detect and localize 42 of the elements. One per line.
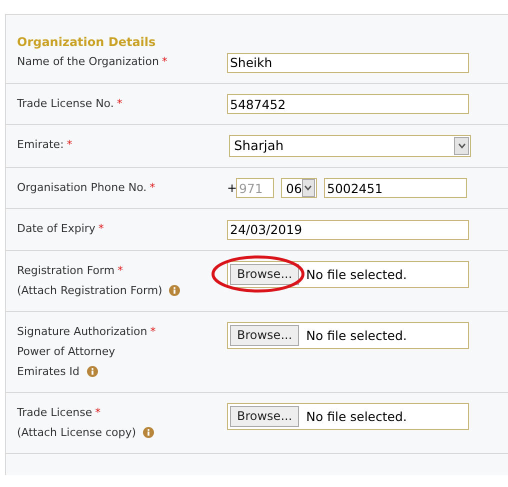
- field-label: Power of Attorney: [17, 344, 116, 360]
- file-status: No file selected.: [306, 328, 407, 342]
- field-label: Registration Form: [17, 262, 115, 278]
- field-label: Trade License: [17, 404, 92, 420]
- required-mark: *: [95, 404, 101, 420]
- field-label: Name of the Organization: [17, 54, 159, 70]
- emirate-dropdown[interactable]: Sharjah: [229, 135, 471, 157]
- file-input[interactable]: Browse... No file selected.: [227, 322, 469, 348]
- required-mark: *: [98, 221, 104, 237]
- browse-button[interactable]: Browse...: [230, 406, 300, 426]
- required-mark: *: [66, 137, 72, 153]
- chevron-down-icon: [458, 143, 466, 149]
- info-icon[interactable]: [86, 366, 98, 377]
- file-status: No file selected.: [306, 408, 407, 424]
- field-label: Emirates Id: [17, 364, 80, 380]
- chevron-down-icon: [304, 185, 312, 191]
- section-heading: Organization Details: [16, 34, 157, 49]
- text-field[interactable]: 24/03/2019: [227, 220, 469, 240]
- area-code-dropdown[interactable]: 06: [281, 178, 317, 198]
- required-mark: *: [150, 324, 156, 340]
- phone-number-field[interactable]: 5002451: [324, 178, 467, 198]
- phone-prefix: +: [227, 181, 236, 195]
- required-mark: *: [116, 96, 122, 112]
- field-label: Organisation Phone No.: [17, 180, 147, 196]
- required-mark: *: [162, 54, 168, 70]
- required-mark: *: [118, 262, 124, 278]
- browse-button[interactable]: Browse...: [230, 324, 300, 346]
- field-label: Emirate:: [17, 137, 64, 153]
- text-field[interactable]: Sheikh: [227, 52, 469, 72]
- field-label: (Attach Registration Form): [17, 282, 162, 298]
- file-status: No file selected.: [306, 266, 407, 282]
- field-label: Signature Authorization: [17, 324, 148, 340]
- file-input[interactable]: Browse... No file selected.: [227, 402, 469, 430]
- info-icon[interactable]: [143, 427, 154, 438]
- file-input[interactable]: Browse... No file selected.: [227, 260, 469, 288]
- field-label: (Attach License copy): [17, 424, 136, 440]
- field-label: Trade License No.: [17, 96, 114, 112]
- browse-button[interactable]: Browse...: [230, 264, 300, 284]
- info-icon[interactable]: [169, 285, 180, 296]
- field-label: Date of Expiry: [17, 221, 96, 237]
- required-mark: *: [150, 180, 156, 196]
- text-field[interactable]: 5487452: [227, 94, 469, 114]
